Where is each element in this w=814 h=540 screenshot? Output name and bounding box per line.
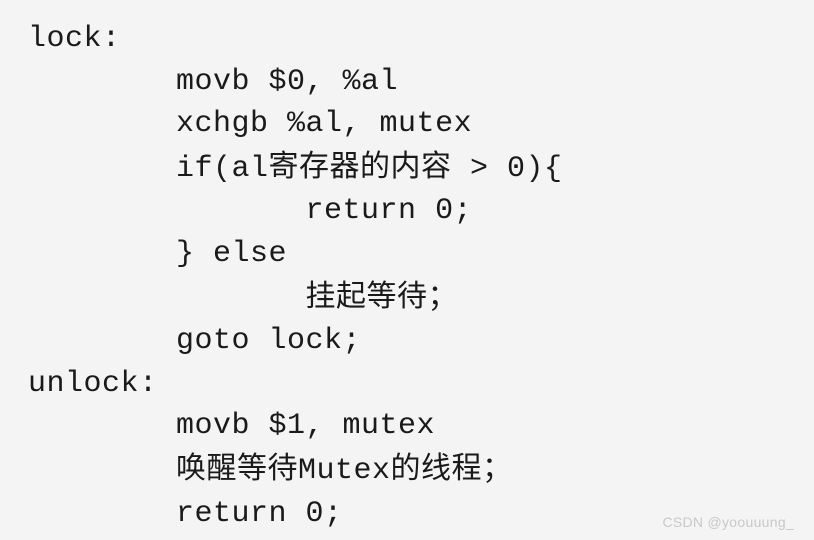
code-line: movb $1, mutex — [28, 405, 814, 448]
code-line: return 0; — [28, 190, 814, 233]
code-line: 挂起等待； — [28, 276, 814, 321]
watermark: CSDN @yoouuung_ — [662, 514, 794, 530]
code-block: lock: movb $0, %al xchgb %al, mutex if(a… — [0, 0, 814, 535]
code-line: goto lock; — [28, 320, 814, 363]
code-line: lock: — [28, 18, 814, 61]
code-line: } else — [28, 233, 814, 276]
code-line: xchgb %al, mutex — [28, 103, 814, 146]
code-line: unlock: — [28, 363, 814, 406]
code-line: if(al寄存器的内容 > 0){ — [28, 146, 814, 191]
code-line: movb $0, %al — [28, 61, 814, 104]
code-line: 唤醒等待Mutex的线程； — [28, 448, 814, 493]
